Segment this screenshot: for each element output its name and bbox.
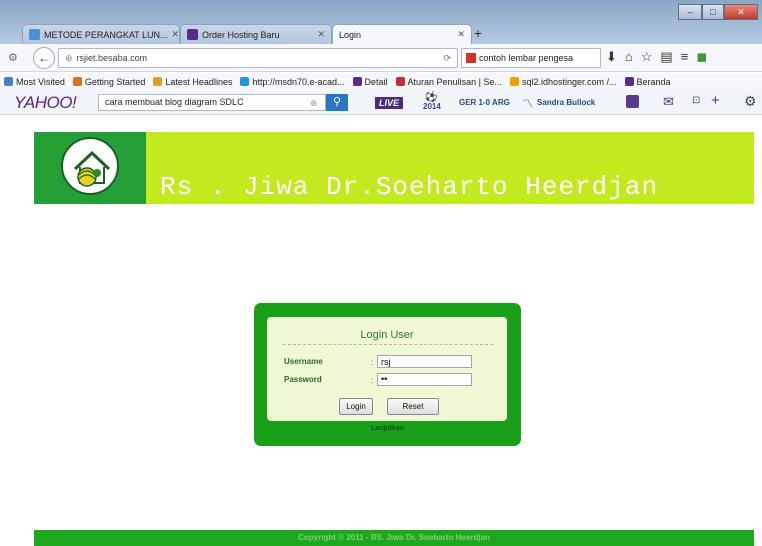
site-banner: Rs . Jiwa Dr.Soeharto Heerdjan	[34, 132, 754, 204]
star-icon[interactable]: ☆	[641, 49, 653, 65]
bookmark-label: sql2.idhostinger.com /...	[521, 76, 617, 87]
tab-favicon	[29, 29, 40, 40]
toolbar-icons: ⬇ ⌂ ☆ ▤ ≡ ◼	[606, 49, 707, 65]
address-bar[interactable]: ⊕ rsjiet.besaba.com ⟳	[58, 48, 458, 68]
live-button[interactable]: LIVE	[375, 97, 404, 109]
bookmark-label: Beranda	[636, 76, 671, 87]
divider	[283, 344, 493, 345]
tab-label: Order Hosting Baru	[202, 29, 280, 40]
bookmark-label: Aturan Penulisan | Se...	[407, 76, 502, 87]
back-arrow-icon: ←	[38, 51, 50, 65]
minimize-button[interactable]: –	[678, 4, 702, 20]
mail-icon[interactable]: ✉	[663, 94, 674, 110]
bookmark-icon	[509, 77, 519, 86]
weather-icon[interactable]	[626, 95, 639, 108]
continue-link[interactable]: Lanjutkan	[254, 425, 521, 432]
bookmark-msdn[interactable]: http://msdn70.e-acad...	[240, 76, 345, 87]
yahoo-logo[interactable]: YAHOO!	[14, 93, 77, 113]
address-text: rsjiet.besaba.com	[76, 53, 148, 63]
search-engine-icon	[466, 53, 476, 63]
add-icon[interactable]: +	[711, 92, 720, 109]
bookmark-beranda[interactable]: Beranda	[624, 76, 671, 87]
bookmark-sql2[interactable]: sql2.idhostinger.com /...	[509, 76, 617, 87]
username-colon: :	[371, 358, 374, 367]
new-tab-icon[interactable]: +	[474, 25, 482, 41]
bookmark-aturan[interactable]: Aturan Penulisan | Se...	[395, 76, 502, 87]
username-label: Username	[284, 357, 323, 366]
bookmark-icon	[395, 77, 405, 86]
tab-label: Login	[339, 29, 362, 40]
password-label: Password	[284, 375, 322, 384]
bookmark-most-visited[interactable]: Most Visited	[4, 77, 65, 87]
tab-metode[interactable]: METODE PERANGKAT LUN... ✕	[22, 24, 180, 44]
globe-icon: ⊕	[65, 52, 73, 63]
close-window-button[interactable]: ✕	[724, 4, 758, 20]
back-button[interactable]: ←	[33, 47, 55, 69]
search-icon: ⚲	[332, 96, 342, 108]
bookmark-label: Getting Started	[84, 76, 146, 87]
bookmark-label: Latest Headlines	[165, 76, 233, 87]
bookmark-icon	[624, 77, 634, 86]
bookmarks-bar: Most Visited Getting Started Latest Head…	[0, 73, 762, 90]
browser-titlebar: METODE PERANGKAT LUN... ✕ Order Hosting …	[0, 0, 762, 44]
yahoo-search-button[interactable]: ⚲	[326, 94, 348, 111]
trending-person[interactable]: Sandra Bullock	[537, 98, 595, 107]
expand-icon[interactable]: ⊡	[692, 95, 700, 106]
yahoo-search-input[interactable]: cara membuat blog diagram SDLC	[98, 94, 326, 111]
house-leaf-icon	[73, 150, 111, 187]
bookmark-icon	[240, 77, 250, 86]
login-container: Login User Username : Password : •• Logi…	[254, 303, 521, 446]
home-icon[interactable]: ⌂	[625, 49, 633, 65]
bookmark-icon	[4, 77, 13, 86]
bookmark-getting-started[interactable]: Getting Started	[72, 76, 146, 87]
tab-favicon	[187, 29, 198, 40]
password-input[interactable]: ••	[377, 373, 472, 386]
username-input[interactable]	[377, 355, 472, 368]
close-icon[interactable]: ✕	[457, 29, 465, 40]
window-controls: – □ ✕	[678, 4, 758, 20]
clear-icon[interactable]: ⊗	[310, 98, 318, 109]
reload-icon[interactable]: ⟳	[443, 53, 451, 64]
tab-label: METODE PERANGKAT LUN...	[44, 29, 168, 40]
browser-search-input[interactable]: contoh lembar pengesa	[461, 48, 601, 68]
tab-login[interactable]: Login ✕	[332, 24, 472, 44]
clipboard-icon[interactable]: ▤	[660, 49, 672, 65]
search-value: contoh lembar pengesa	[479, 53, 574, 63]
close-icon[interactable]: ✕	[317, 29, 325, 40]
maximize-button[interactable]: □	[702, 4, 724, 20]
bookmark-label: Detail	[364, 76, 388, 87]
site-footer: Copyright © 2011 - RS. Jiwa Dr. Soeharto…	[34, 530, 754, 546]
hamburger-menu-icon[interactable]: ≡	[681, 49, 689, 65]
login-button[interactable]: Login	[339, 398, 373, 415]
menu-icon[interactable]: ⚙	[8, 51, 18, 64]
bookmark-detail[interactable]: Detail	[352, 76, 388, 87]
site-title: Rs . Jiwa Dr.Soeharto Heerdjan	[160, 172, 659, 202]
bookmark-latest-headlines[interactable]: Latest Headlines	[153, 77, 232, 87]
download-icon[interactable]: ⬇	[606, 49, 617, 65]
tab-order-hosting[interactable]: Order Hosting Baru ✕	[180, 24, 332, 44]
navigation-bar: ⚙ ← ⊕ rsjiet.besaba.com ⟳ contoh lembar …	[0, 44, 762, 72]
worldcup-score[interactable]: GER 1-0 ARG	[459, 98, 510, 107]
bookmark-icon	[352, 77, 362, 86]
login-heading: Login User	[360, 329, 414, 341]
password-colon: :	[371, 376, 374, 385]
worldcup-year: 2014	[423, 102, 441, 111]
gear-icon[interactable]: ⚙	[744, 93, 757, 110]
extension-icon[interactable]: ◼	[696, 49, 707, 65]
trend-icon: 〽	[522, 98, 533, 110]
reset-button[interactable]: Reset	[387, 398, 439, 415]
bookmark-icon	[153, 77, 163, 86]
bookmark-icon	[72, 77, 82, 86]
bookmark-label: Most Visited	[16, 76, 65, 87]
bookmark-label: http://msdn70.e-acad...	[252, 76, 345, 87]
yahoo-toolbar: YAHOO! cara membuat blog diagram SDLC ⊗ …	[0, 90, 762, 115]
logo-area	[34, 132, 146, 204]
close-icon[interactable]: ✕	[172, 29, 179, 40]
hospital-logo	[61, 137, 119, 195]
